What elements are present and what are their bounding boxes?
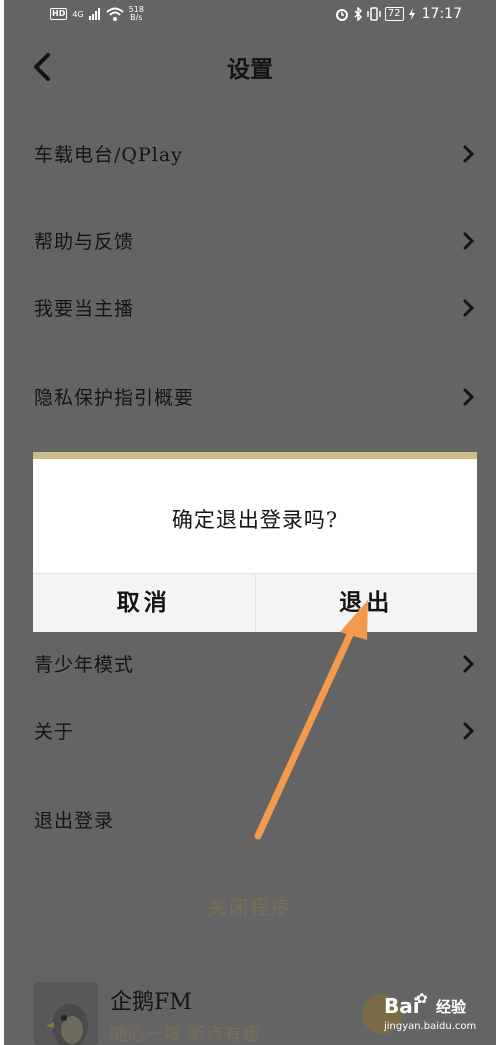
paw-icon: ✿ <box>416 991 428 1007</box>
close-program-button[interactable]: 关闭程序 <box>4 893 496 920</box>
settings-row-about[interactable]: 关于 <box>4 709 496 753</box>
chevron-right-icon <box>463 299 475 317</box>
settings-row-car-radio[interactable]: 车载电台/QPlay <box>4 132 496 176</box>
alarm-icon <box>335 9 348 21</box>
status-left: HD 4G 518 B/s <box>50 6 144 22</box>
settings-row-privacy[interactable]: 隐私保护指引概要 <box>4 375 496 419</box>
row-label: 隐私保护指引概要 <box>34 387 195 409</box>
settings-row-logout[interactable]: 退出登录 <box>4 798 496 842</box>
settings-row-help-feedback[interactable]: 帮助与反馈 <box>4 219 496 263</box>
row-label: 帮助与反馈 <box>34 231 135 253</box>
settings-row-become-host[interactable]: 我要当主播 <box>4 286 496 330</box>
dialog-accent-bar <box>33 452 477 459</box>
hd-badge: HD <box>50 8 68 20</box>
network-speed: 518 B/s <box>129 6 144 22</box>
vibrate-icon <box>367 7 381 21</box>
row-label: 车载电台/QPlay <box>34 144 183 166</box>
chevron-right-icon <box>463 722 475 740</box>
row-label: 关于 <box>34 721 75 743</box>
dialog-message: 确定退出登录吗? <box>171 508 339 532</box>
status-right: 72 17:17 <box>335 6 462 22</box>
header: 设置 <box>4 40 496 94</box>
status-bar: HD 4G 518 B/s 72 17:17 <box>4 0 496 34</box>
battery-level: 72 <box>384 7 404 21</box>
network-label: 4G <box>72 9 84 19</box>
cancel-button[interactable]: 取消 <box>33 574 255 632</box>
settings-row-teen-mode[interactable]: 青少年模式 <box>4 642 496 686</box>
speed-unit: B/s <box>130 13 143 22</box>
row-label: 青少年模式 <box>34 654 135 676</box>
logout-confirm-button[interactable]: 退出 <box>254 574 478 632</box>
bluetooth-icon <box>354 7 362 21</box>
chevron-right-icon <box>463 655 475 673</box>
logout-confirm-dialog: 确定退出登录吗? 取消 退出 <box>33 452 477 632</box>
app-name: 企鹅FM <box>110 990 192 1015</box>
clock: 17:17 <box>421 6 462 22</box>
wifi-icon <box>105 7 124 21</box>
signal-icon <box>88 8 100 20</box>
app-slogan: 随心一按 听点有趣 <box>110 1025 261 1045</box>
baidu-jingyan-watermark: Bai ✿ 经验 jingyan.baidu.com <box>362 988 496 1038</box>
settings-screen: HD 4G 518 B/s 72 17:17 设置 车载电台/QPlay 帮助与… <box>4 0 496 1045</box>
charging-icon <box>408 8 415 20</box>
chevron-right-icon <box>463 388 475 406</box>
watermark-url: jingyan.baidu.com <box>384 1021 477 1032</box>
page-title: 设置 <box>227 56 273 83</box>
watermark-logo: Bai <box>384 994 420 1018</box>
penguin-icon <box>46 1004 88 1045</box>
watermark-brand: 经验 <box>436 998 467 1016</box>
chevron-right-icon <box>463 145 475 163</box>
app-logo <box>34 982 98 1045</box>
dialog-buttons: 取消 退出 <box>33 573 477 632</box>
row-label: 我要当主播 <box>34 298 135 320</box>
chevron-right-icon <box>463 232 475 250</box>
row-label: 退出登录 <box>34 810 115 832</box>
